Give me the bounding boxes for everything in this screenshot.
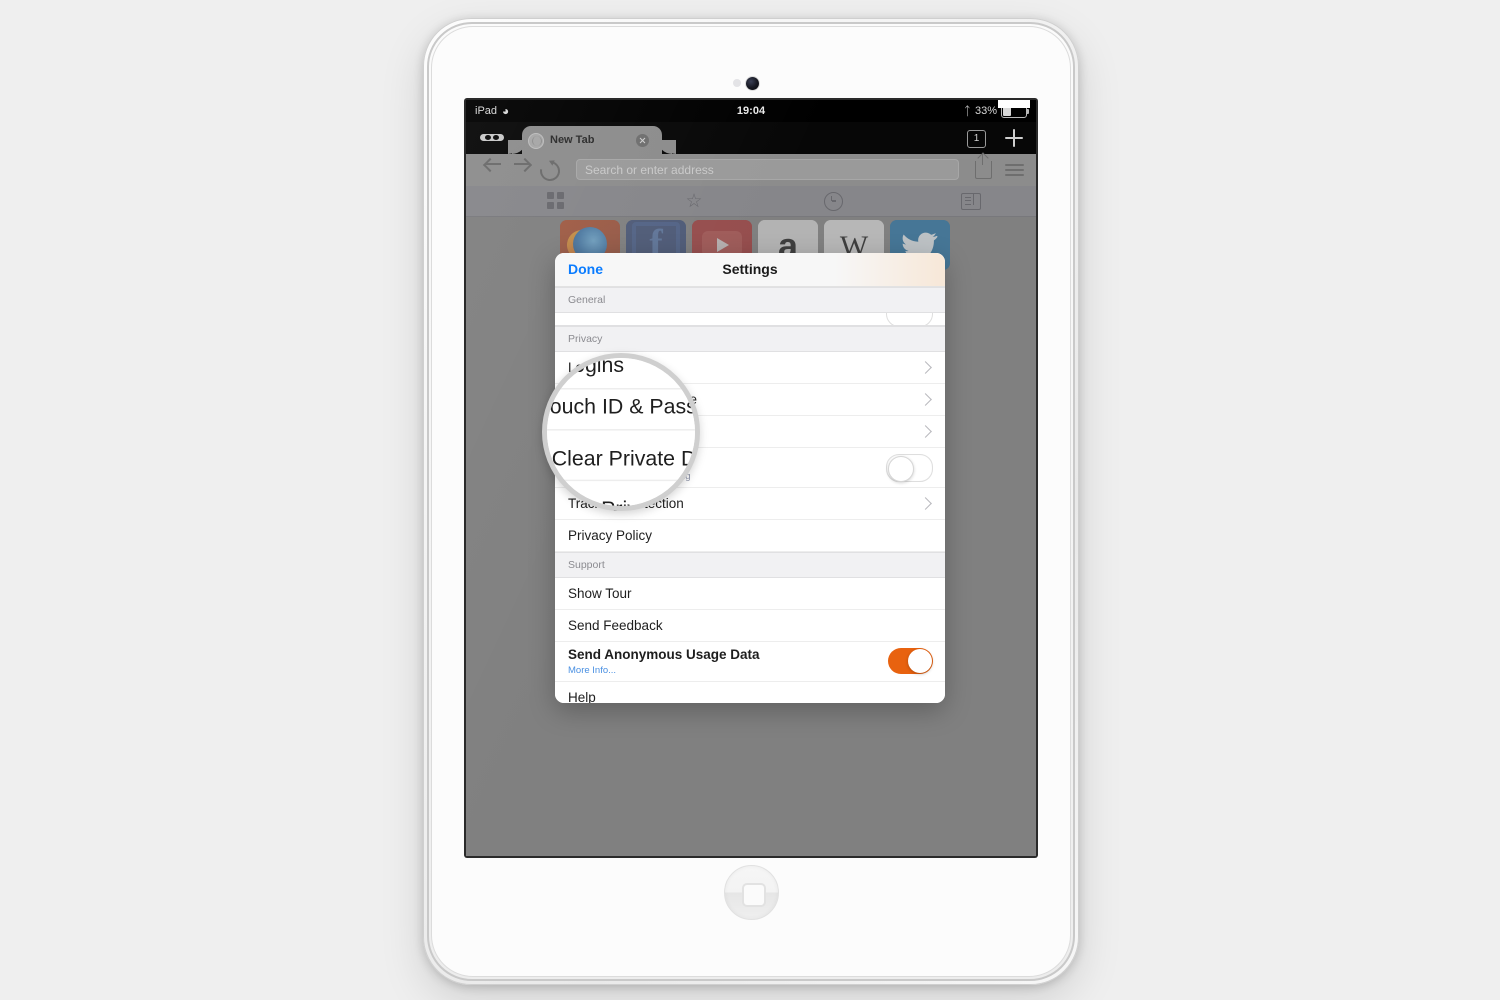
reading-list-icon — [961, 192, 981, 210]
tab-history[interactable] — [803, 186, 863, 216]
status-bar-clock: 19:04 — [736, 105, 766, 117]
battery-percent-label: 33% — [974, 105, 997, 117]
tab-title: New Tab — [550, 134, 595, 146]
section-header-privacy: Privacy — [555, 326, 945, 352]
chevron-right-icon — [919, 425, 932, 438]
home-button[interactable] — [724, 865, 779, 920]
settings-row-send-anonymous-usage-data[interactable]: Send Anonymous Usage Data More Info... — [555, 642, 945, 682]
back-arrow-icon[interactable] — [486, 163, 501, 165]
tab-top-sites[interactable] — [526, 186, 586, 216]
forward-arrow-icon[interactable] — [514, 163, 529, 165]
tab-reading-list[interactable] — [941, 186, 1001, 216]
modal-header: Done Settings — [555, 253, 945, 287]
row-label: Privacy Policy — [568, 528, 653, 543]
close-private-tabs-toggle[interactable] — [886, 454, 933, 482]
ambient-sensor — [733, 79, 741, 87]
page-title: Settings — [722, 261, 778, 277]
chevron-right-icon — [919, 497, 932, 510]
settings-row-help[interactable]: Help — [555, 682, 945, 703]
loupe-row-clear-private-data: Clear Private Data — [551, 446, 697, 471]
row-label: Help — [568, 690, 596, 703]
browser-tab[interactable]: New Tab — [508, 126, 676, 154]
tab-bookmarks[interactable]: ☆ — [664, 186, 724, 216]
home-panel-tabs: ☆ — [466, 186, 1036, 217]
loupe-row-touch-id: Touch ID & Passcode — [542, 394, 697, 419]
plus-icon[interactable] — [1005, 129, 1023, 147]
chevron-right-icon — [919, 393, 932, 406]
screenshot-stage: iPad ◕ 19:04 ᛏ 33% New Tab 1 Search or e… — [0, 0, 1500, 1000]
grid-icon — [547, 192, 565, 210]
screen-top-artifact — [998, 100, 1030, 108]
loupe-content: Logins Touch ID & Passcode Clear Private… — [547, 358, 697, 506]
tab-bar: New Tab 1 — [466, 122, 1036, 154]
loupe-magnifier: Logins Touch ID & Passcode Clear Private… — [542, 353, 700, 511]
usage-data-toggle[interactable] — [888, 648, 933, 674]
clipped-row-above — [555, 313, 945, 326]
share-icon[interactable] — [975, 154, 992, 179]
row-label: Show Tour — [568, 586, 632, 601]
bluetooth-icon: ᛏ — [963, 104, 971, 118]
browser-toolbar: Search or enter address — [466, 154, 1036, 186]
row-label: Send Anonymous Usage Data — [568, 647, 760, 662]
settings-row-privacy-policy[interactable]: Privacy Policy — [555, 520, 945, 552]
hamburger-menu-icon[interactable] — [1005, 164, 1024, 177]
section-header-support: Support — [555, 552, 945, 578]
globe-icon — [528, 133, 544, 149]
tab-count-badge[interactable]: 1 — [967, 130, 986, 148]
clock-icon — [823, 191, 843, 211]
chevron-right-icon — [919, 361, 932, 374]
close-icon[interactable] — [636, 134, 649, 147]
search-input[interactable]: Search or enter address — [576, 159, 959, 180]
settings-row-show-tour[interactable]: Show Tour — [555, 578, 945, 610]
status-bar: iPad ◕ 19:04 ᛏ 33% — [466, 100, 1036, 122]
mask-icon[interactable] — [480, 131, 504, 144]
star-icon: ☆ — [685, 190, 703, 212]
front-camera — [746, 77, 759, 90]
row-label: Send Feedback — [568, 618, 663, 633]
section-header-general: General — [555, 287, 945, 313]
reload-icon[interactable] — [536, 157, 564, 185]
home-square-icon — [741, 882, 766, 907]
more-info-link[interactable]: More Info... — [568, 665, 616, 676]
settings-row-send-feedback[interactable]: Send Feedback — [555, 610, 945, 642]
